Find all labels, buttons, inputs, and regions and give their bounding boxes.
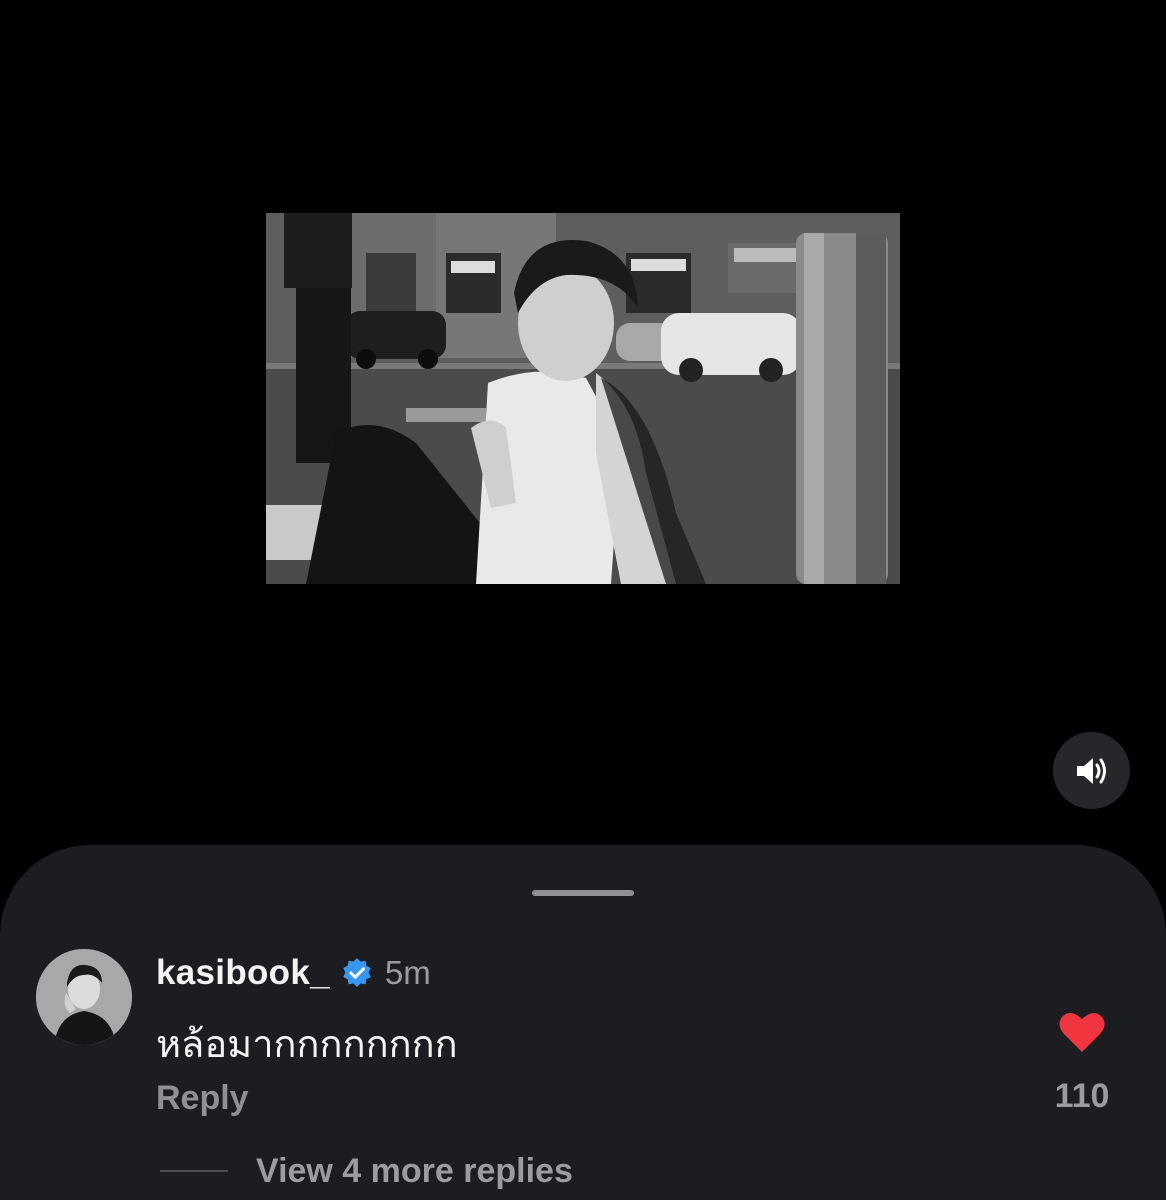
comment-timestamp: 5m <box>384 954 431 991</box>
avatar[interactable] <box>36 949 132 1045</box>
view-more-replies-button[interactable]: View 4 more replies <box>256 1152 573 1191</box>
like-count: 110 <box>1054 1077 1110 1115</box>
sound-toggle-button[interactable] <box>1053 732 1130 809</box>
comments-sheet: kasibook_ 5m หล้อมากกกกกกกก Reply 110 Vi… <box>0 845 1166 1200</box>
replies-divider-line <box>160 1170 228 1172</box>
comment-text: หล้อมากกกกกกกก <box>156 1022 458 1066</box>
sheet-grabber-handle[interactable] <box>532 890 634 896</box>
comment-header: kasibook_ 5m <box>156 951 431 995</box>
speaker-sound-on-icon <box>1076 757 1106 784</box>
reply-button[interactable]: Reply <box>156 1079 249 1118</box>
comment-username[interactable]: kasibook_ <box>156 953 330 993</box>
post-photo-image <box>266 213 900 584</box>
verified-badge-icon <box>343 958 371 987</box>
post-photo[interactable] <box>266 213 900 584</box>
heart-filled-icon[interactable] <box>1058 1010 1106 1054</box>
user-avatar-photo <box>36 949 132 1045</box>
